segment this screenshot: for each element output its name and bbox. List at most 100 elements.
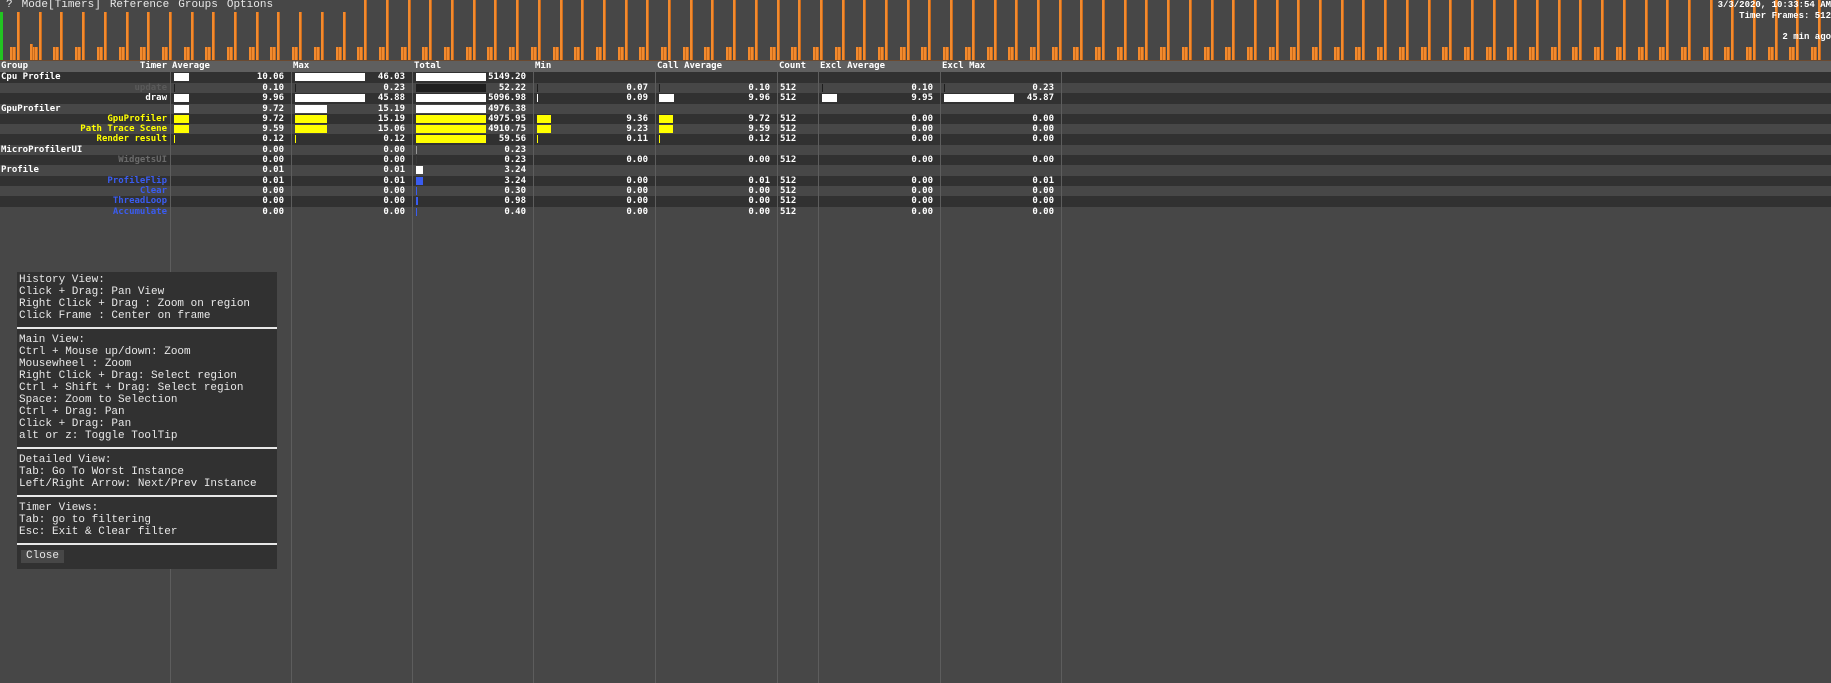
frame-bar[interactable] xyxy=(56,47,60,60)
frame-bar[interactable] xyxy=(425,47,429,60)
frame-bar[interactable] xyxy=(125,6,129,60)
table-row[interactable]: Render result 0.12 0.12 59.56 0.11 0.12 512 0.0… xyxy=(0,134,1831,145)
table-row[interactable]: GpuProfiler 9.72 15.19 4975.95 9.36 9.72 512 0.… xyxy=(0,113,1831,125)
frame-bar[interactable] xyxy=(624,0,628,60)
frame-bar[interactable] xyxy=(468,47,472,60)
frame-bar[interactable] xyxy=(685,47,689,60)
menu-help[interactable]: ? xyxy=(6,0,13,12)
frame-bar[interactable] xyxy=(1275,0,1279,60)
frame-bar[interactable] xyxy=(971,0,975,60)
frame-bar[interactable] xyxy=(1492,0,1496,60)
frame-bar[interactable] xyxy=(516,0,520,60)
frame-bar[interactable] xyxy=(1362,0,1366,60)
timer-name[interactable]: Accumulate xyxy=(0,207,167,217)
header-exclavg[interactable]: Excl Average xyxy=(820,61,885,72)
table-row[interactable]: Cpu Profile 10.06 46.03 5149.20 xyxy=(0,72,1831,83)
menu-mode[interactable]: Mode[Timers] xyxy=(22,0,101,12)
frame-bar[interactable] xyxy=(1601,0,1605,60)
frame-bar[interactable] xyxy=(451,0,454,60)
frame-bar[interactable] xyxy=(1058,0,1062,60)
frame-bar[interactable] xyxy=(1792,47,1796,60)
frame-bar[interactable] xyxy=(1319,0,1322,60)
frame-bar[interactable] xyxy=(689,0,693,60)
frame-bar[interactable] xyxy=(1210,0,1214,60)
frame-bar[interactable] xyxy=(798,0,802,60)
frame-bar[interactable] xyxy=(13,47,16,60)
frame-bar[interactable] xyxy=(360,47,364,60)
frame-bar[interactable] xyxy=(1184,47,1188,60)
frame-bar[interactable] xyxy=(598,47,602,60)
frame-bar[interactable] xyxy=(902,47,906,60)
frame-bar[interactable] xyxy=(1683,47,1687,60)
frame-bar[interactable] xyxy=(1705,47,1709,60)
table-row[interactable]: Accumulate 0.00 0.00 0.40 0.00 0.00 512 0.00 0.0… xyxy=(0,206,1831,217)
table-row[interactable]: Path Trace Scene 9.59 15.06 4910.75 9.23 9.59… xyxy=(0,124,1831,135)
header-min[interactable]: Min xyxy=(535,61,551,72)
frame-bar[interactable] xyxy=(664,47,667,60)
frame-bar[interactable] xyxy=(729,47,733,60)
frame-bar[interactable] xyxy=(121,47,125,60)
frame-bar[interactable] xyxy=(946,47,950,60)
frame-bar[interactable] xyxy=(754,0,758,60)
frame-bar[interactable] xyxy=(1123,0,1127,60)
frame-bar[interactable] xyxy=(733,0,737,60)
frame-bar[interactable] xyxy=(512,47,516,60)
table-row[interactable]: GpuProfiler 9.72 15.19 4976.38 xyxy=(0,103,1831,114)
group-name[interactable]: GpuProfiler xyxy=(1,104,61,114)
frame-bar[interactable] xyxy=(989,47,993,60)
timer-name[interactable]: Render result xyxy=(0,134,167,144)
frame-bar[interactable] xyxy=(1514,0,1518,60)
frame-bar[interactable] xyxy=(1709,0,1713,60)
frame-bar[interactable] xyxy=(1401,47,1405,60)
frame-bar[interactable] xyxy=(859,47,863,60)
frame-bar[interactable] xyxy=(1384,0,1388,60)
frame-bar[interactable] xyxy=(1358,47,1362,60)
frame-bar[interactable] xyxy=(1271,47,1275,60)
group-name[interactable]: MicroProfilerUI xyxy=(1,145,82,155)
frame-bar[interactable] xyxy=(555,47,559,60)
frame-bar[interactable] xyxy=(772,47,776,60)
frame-bar[interactable] xyxy=(186,47,190,60)
frame-bar[interactable] xyxy=(881,47,884,60)
column-divider[interactable] xyxy=(1061,72,1062,683)
frame-bar[interactable] xyxy=(1098,47,1101,60)
frame-bar[interactable] xyxy=(559,0,563,60)
frame-bar[interactable] xyxy=(1405,0,1409,60)
frame-bar[interactable] xyxy=(1553,47,1557,60)
timer-name[interactable]: ThreadLoop xyxy=(0,196,167,206)
frame-bar[interactable] xyxy=(34,47,38,60)
frame-bar[interactable] xyxy=(1297,0,1301,60)
frame-bar[interactable] xyxy=(1336,47,1340,60)
frame-bar[interactable] xyxy=(1228,47,1232,60)
frame-bar[interactable] xyxy=(1011,47,1015,60)
column-divider[interactable] xyxy=(940,72,941,683)
column-divider[interactable] xyxy=(291,72,292,683)
frame-bar[interactable] xyxy=(1536,0,1539,60)
frame-bar[interactable] xyxy=(1575,47,1579,60)
frame-bar[interactable] xyxy=(537,0,541,60)
frame-bar[interactable] xyxy=(1119,47,1123,60)
frame-bar[interactable] xyxy=(1015,0,1019,60)
frame-bar[interactable] xyxy=(60,6,64,60)
frame-bar[interactable] xyxy=(642,47,646,60)
frame-bar[interactable] xyxy=(385,0,389,60)
frame-bar[interactable] xyxy=(447,47,450,60)
frame-bar[interactable] xyxy=(993,0,997,60)
group-name[interactable]: Cpu Profile xyxy=(1,72,61,83)
frame-bar[interactable] xyxy=(1102,0,1105,60)
table-row[interactable]: WidgetsUI 0.00 0.00 0.23 0.00 0.00 512 0.00 0.00 xyxy=(0,155,1831,166)
frame-bar[interactable] xyxy=(815,47,819,60)
frame-bar[interactable] xyxy=(668,0,671,60)
frame-bar[interactable] xyxy=(581,0,585,60)
frame-bar[interactable] xyxy=(533,47,537,60)
frame-bar[interactable] xyxy=(82,6,86,60)
frame-bar[interactable] xyxy=(620,47,624,60)
menu-options[interactable]: Options xyxy=(227,0,273,12)
frame-bar[interactable] xyxy=(1206,47,1210,60)
frame-bar[interactable] xyxy=(750,47,754,60)
frame-bar[interactable] xyxy=(273,47,277,60)
column-divider[interactable] xyxy=(655,72,656,683)
frame-bar[interactable] xyxy=(1036,0,1040,60)
header-total[interactable]: Total xyxy=(414,61,441,72)
frame-bar[interactable] xyxy=(1423,47,1427,60)
